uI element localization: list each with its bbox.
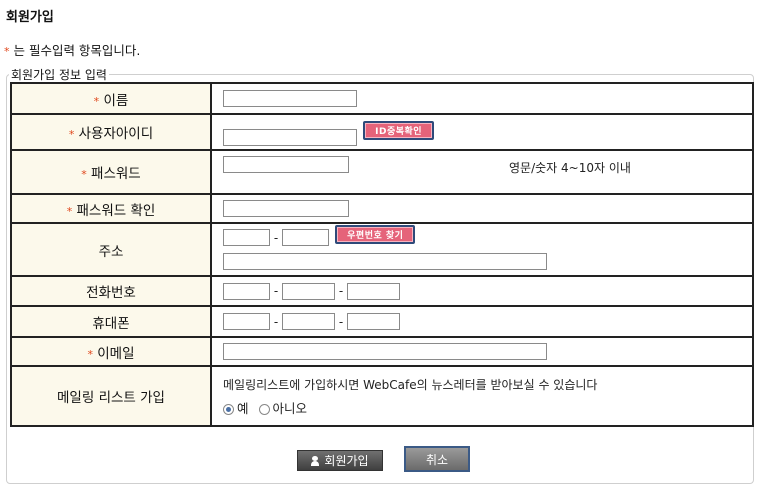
phone1-input[interactable] (223, 282, 270, 300)
label-name: * 이름 (10, 82, 212, 115)
phone3-input[interactable] (347, 282, 400, 300)
label-text: 메일링 리스트 가입 (57, 390, 165, 406)
cancel-button[interactable]: 취소 (404, 446, 470, 472)
address-input[interactable] (223, 253, 547, 270)
label-text: 주소 (98, 243, 124, 260)
label-text: 이름 (103, 92, 129, 109)
required-star-icon: * (66, 204, 73, 218)
required-note: * 는 필수입력 항목입니다. (4, 40, 140, 59)
label-mobile: 휴대폰 (10, 305, 212, 338)
row-userid: * 사용자아이디 ID중복확인 (10, 113, 754, 151)
label-text: 사용자아이디 (78, 126, 154, 142)
row-name: * 이름 (10, 82, 754, 115)
field-mobile: -- (210, 305, 754, 338)
label-userid: * 사용자아이디 (10, 113, 212, 151)
required-star-icon: * (4, 45, 10, 58)
userid-input[interactable] (223, 128, 357, 146)
required-star-icon: * (68, 128, 75, 141)
signup-form-table: * 이름 * 사용자아이디 ID중복확인 * 패스워드 영문/숫자 4~10자 … (10, 82, 754, 427)
page-title: 회원가입 (6, 10, 54, 25)
join-button[interactable]: 회원가입 (297, 450, 383, 471)
required-star-icon: * (81, 168, 87, 181)
row-phone: 전화번호 -- (10, 275, 754, 307)
label-password-confirm: * 패스워드 확인 (10, 193, 212, 224)
zip-dash: - (273, 230, 279, 245)
section-legend: 회원가입 정보 입력 (11, 68, 107, 82)
phone2-input[interactable] (282, 282, 335, 300)
mobile1-input[interactable] (223, 313, 270, 330)
field-userid: ID중복확인 (210, 113, 754, 151)
mobile2-input[interactable] (282, 313, 335, 330)
label-phone: 전화번호 (10, 275, 212, 307)
user-icon (311, 455, 320, 466)
mailing-radio-group: 예 아니오 (223, 398, 751, 417)
row-address: 주소 - 우편번호 찾기 (10, 222, 754, 277)
mobile-dash: - (338, 314, 344, 329)
required-star-icon: * (87, 347, 93, 361)
password-confirm-input[interactable] (223, 200, 349, 217)
password-hint: 영문/숫자 4~10자 이내 (509, 161, 631, 175)
required-star-icon: * (93, 94, 100, 108)
field-phone: -- (210, 275, 754, 307)
label-text: 패스워드 (91, 166, 141, 182)
row-email: * 이메일 (10, 336, 754, 367)
field-email (210, 336, 754, 367)
row-mailing: 메일링 리스트 가입 메일링리스트에 가입하시면 WebCafe의 뉴스레터를 … (10, 365, 754, 427)
row-password-confirm: * 패스워드 확인 (10, 193, 754, 224)
label-text: 휴대폰 (92, 315, 130, 332)
mobile3-input[interactable] (347, 313, 400, 330)
mailing-no-radio[interactable] (258, 403, 270, 415)
join-button-label: 회원가입 (324, 454, 369, 468)
mailing-description: 메일링리스트에 가입하시면 WebCafe의 뉴스레터를 받아보실 수 있습니다 (223, 377, 598, 392)
required-note-text: 는 필수입력 항목입니다. (13, 43, 141, 58)
label-mailing: 메일링 리스트 가입 (10, 365, 212, 427)
label-email: * 이메일 (10, 336, 212, 367)
row-mobile: 휴대폰 -- (10, 305, 754, 338)
mailing-yes-radio[interactable] (223, 403, 234, 415)
zip-search-button[interactable]: 우편번호 찾기 (335, 225, 416, 244)
field-password: 영문/숫자 4~10자 이내 (210, 149, 754, 195)
mobile-dash: - (273, 314, 279, 329)
field-mailing: 메일링리스트에 가입하시면 WebCafe의 뉴스레터를 받아보실 수 있습니다… (210, 365, 754, 427)
label-text: 전화번호 (86, 285, 136, 301)
label-password: * 패스워드 (10, 149, 212, 195)
field-name (210, 82, 754, 115)
phone-dash: - (338, 284, 344, 298)
zip2-input[interactable] (282, 229, 329, 246)
label-address: 주소 (10, 222, 212, 277)
mailing-no-label[interactable]: 아니오 (273, 401, 308, 416)
label-text: 패스워드 확인 (76, 202, 156, 219)
id-check-button[interactable]: ID중복확인 (363, 120, 435, 140)
password-input[interactable] (223, 156, 349, 173)
label-text: 이메일 (97, 345, 135, 362)
name-input[interactable] (223, 90, 357, 107)
field-address: - 우편번호 찾기 (210, 222, 754, 277)
phone-dash: - (273, 284, 279, 298)
field-password-confirm (210, 193, 754, 224)
zip1-input[interactable] (223, 229, 270, 246)
row-password: * 패스워드 영문/숫자 4~10자 이내 (10, 149, 754, 195)
email-input[interactable] (223, 343, 547, 360)
mailing-yes-label[interactable]: 예 (237, 401, 249, 416)
